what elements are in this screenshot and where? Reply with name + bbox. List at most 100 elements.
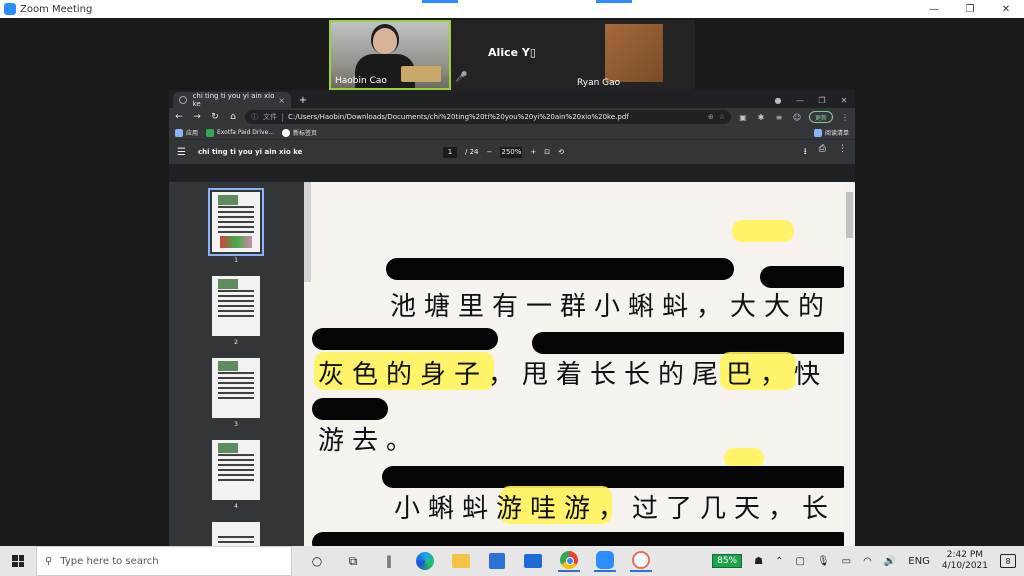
zoom-icon (596, 551, 614, 569)
hamburger-menu-icon[interactable]: ☰ (177, 147, 186, 158)
zoom-app[interactable] (594, 550, 616, 572)
forward-arrow-icon[interactable]: → (191, 111, 203, 123)
chevron-up-icon[interactable]: ⌃ (775, 556, 783, 567)
participant-tile-ryan[interactable]: Ryan Gao (573, 20, 695, 90)
rotate-icon[interactable]: ⟲ (558, 148, 564, 156)
thumbnail-text (218, 454, 254, 482)
profile-avatar-icon[interactable]: ☺ (791, 111, 803, 123)
browser-close-button[interactable]: ✕ (833, 92, 855, 108)
browser-restore-button[interactable]: ❐ (811, 92, 833, 108)
reload-icon[interactable]: ↻ (209, 111, 221, 123)
task-view-icon[interactable]: ⧉ (342, 550, 364, 572)
dropbox-icon[interactable]: ▢ (795, 556, 804, 567)
bookmark-star-icon[interactable]: ☆ (719, 113, 725, 121)
zoom-magnifier-icon[interactable]: ⊕ (708, 113, 714, 121)
close-button[interactable]: ✕ (988, 0, 1024, 18)
fit-page-icon[interactable]: ⊡ (544, 148, 550, 156)
minimize-button[interactable]: — (916, 0, 952, 18)
redaction-bar (386, 258, 734, 280)
bookmark-label: Exotfa Paid Drive... (217, 129, 275, 136)
zoom-level-input[interactable]: 250% (500, 146, 523, 158)
zoom-out-icon[interactable]: − (487, 148, 493, 156)
redaction-bar (532, 332, 844, 354)
browser-profile-icon[interactable]: ● (767, 92, 789, 108)
tab-close-icon[interactable]: × (278, 96, 285, 105)
page-thumbnail[interactable] (208, 188, 264, 256)
update-button[interactable]: 更新 (808, 111, 833, 123)
wifi-icon[interactable]: ◠ (863, 556, 872, 567)
page-thumbnail[interactable] (212, 276, 260, 336)
folder-icon (452, 554, 470, 568)
page-scrollbar[interactable] (844, 182, 855, 564)
participant-name: Alice Y▯ (488, 46, 536, 59)
cortana-icon[interactable]: ○ (306, 550, 328, 572)
participant-name: Haobin Cao (335, 76, 387, 86)
page-number-input[interactable]: 1 (443, 146, 457, 158)
drive-icon (206, 128, 215, 137)
taskbar-search[interactable]: ⚲ Type here to search (36, 546, 292, 576)
extension-icon[interactable]: ▣ (737, 111, 749, 123)
reading-list-icon[interactable]: ≡ (773, 111, 785, 123)
page-thumbnail[interactable] (212, 440, 260, 500)
zoom-titlebar: Zoom Meeting — ❐ ✕ (0, 0, 1024, 18)
reading-list-label: 阅读清单 (824, 130, 849, 137)
thumbnail-illustration (218, 279, 238, 289)
microphone-icon[interactable]: 🎙 (817, 556, 830, 567)
mail-app[interactable] (522, 550, 544, 572)
mic-muted-icon: 🎤 (455, 72, 468, 83)
pdf-viewer: 1 2 3 4 池塘里有一群小蝌蚪，大大的 灰色的身子，甩着长长的尾巴，快 游去… (169, 182, 855, 564)
page-left-scrollbar (304, 182, 311, 282)
bookmark-newtab[interactable]: 新标签页 (282, 128, 317, 137)
browser-tab[interactable]: chi ting ti you yi ain xio ke × (173, 92, 291, 108)
scrollbar-thumb[interactable] (846, 192, 853, 238)
chrome-icon (560, 551, 578, 569)
volume-icon[interactable]: 🔊 (884, 556, 896, 567)
browser-minimize-button[interactable]: — (789, 92, 811, 108)
participant-gallery: Haobin Cao Alice Y▯ Ryan Gao (329, 20, 695, 90)
home-icon[interactable]: ⌂ (227, 111, 239, 123)
notification-center-icon[interactable]: 8 (1000, 554, 1016, 568)
print-icon[interactable]: ⎙ (819, 144, 826, 160)
zoom-in-icon[interactable]: + (530, 148, 536, 156)
address-input[interactable]: ⓘ 文件 C:/Users/Haobin/Downloads/Documents… (245, 110, 731, 124)
participant-tile-alice[interactable]: Alice Y▯ (451, 20, 573, 90)
clock[interactable]: 2:42 PM 4/10/2021 (942, 550, 988, 572)
new-tab-button[interactable]: + (295, 92, 311, 108)
download-icon[interactable]: ⭳ (804, 144, 807, 160)
puzzle-icon[interactable]: ✱ (755, 111, 767, 123)
start-button[interactable] (0, 546, 36, 576)
back-arrow-icon[interactable]: ← (173, 111, 185, 123)
menu-dots-icon[interactable]: ⋮ (839, 111, 851, 123)
bookmark-apps[interactable]: 应用 (175, 128, 198, 137)
window-title: Zoom Meeting (20, 3, 93, 15)
edge-app[interactable] (414, 550, 436, 572)
reading-list-link[interactable]: 阅读清单 (813, 128, 849, 137)
address-separator (282, 112, 283, 122)
tab-strip: chi ting ti you yi ain xio ke × + ● — ❐ … (169, 90, 855, 108)
search-placeholder: Type here to search (60, 555, 159, 567)
restore-button[interactable]: ❐ (952, 0, 988, 18)
more-options-icon[interactable]: ⋮ (838, 144, 847, 160)
bookmark-label: 新标签页 (293, 130, 318, 137)
store-icon (489, 553, 505, 569)
edge-icon (416, 552, 434, 570)
store-app[interactable] (486, 550, 508, 572)
battery-indicator[interactable]: 85% (712, 554, 743, 568)
participant-tile-haobin[interactable]: Haobin Cao (329, 20, 451, 90)
chrome-app[interactable] (558, 550, 580, 572)
redaction-bar (312, 328, 498, 350)
participant-head (373, 28, 397, 54)
paint-app[interactable] (630, 550, 652, 572)
redaction-bar (382, 466, 844, 488)
explorer-app[interactable] (450, 550, 472, 572)
page-thumbnail[interactable] (212, 358, 260, 418)
battery-icon[interactable]: ▭ (842, 556, 851, 567)
language-indicator[interactable]: ENG (908, 556, 930, 567)
bookmark-drive[interactable]: Exotfa Paid Drive... (206, 128, 275, 137)
info-icon[interactable]: ⓘ (251, 112, 258, 122)
people-icon[interactable]: ☗ (754, 556, 763, 567)
pdf-page-area[interactable]: 池塘里有一群小蝌蚪，大大的 灰色的身子，甩着长长的尾巴，快 游去。 小蝌蚪游哇游… (304, 182, 855, 564)
meeting-area: Haobin Cao Alice Y▯ Ryan Gao 🎤 chi ting … (0, 18, 1024, 564)
thumbnail-sidebar[interactable]: 1 2 3 4 (169, 182, 304, 564)
zoom-logo-icon (4, 3, 16, 15)
